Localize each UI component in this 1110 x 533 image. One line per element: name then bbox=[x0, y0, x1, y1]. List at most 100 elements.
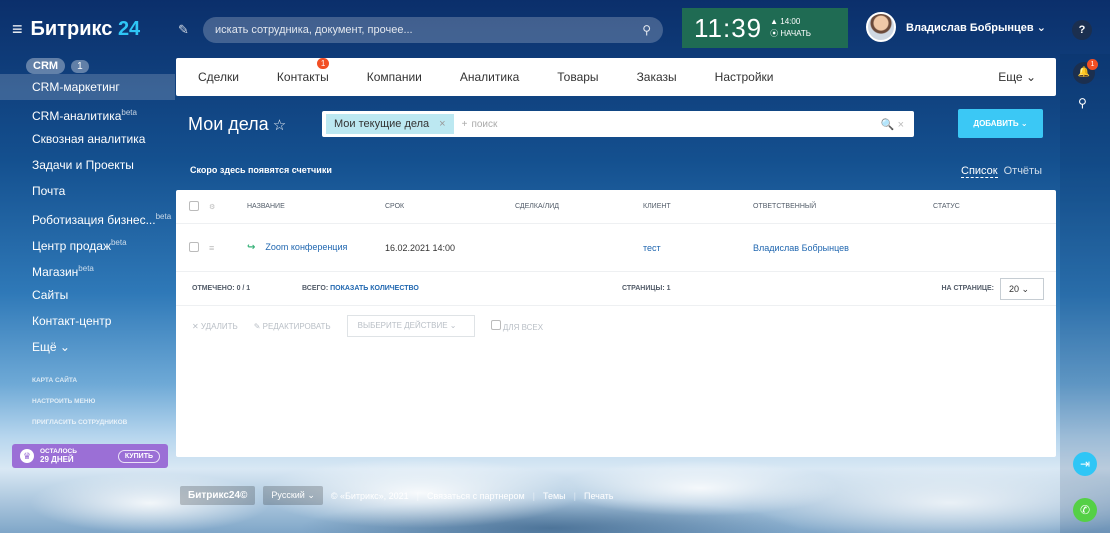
sidebar-item-label: Роботизация бизнес... bbox=[32, 213, 156, 227]
sidebar-item[interactable]: CRM-маркетинг bbox=[0, 74, 175, 100]
sidebar-item[interactable]: Роботизация бизнес...beta bbox=[0, 204, 175, 230]
bell-badge: 1 bbox=[1087, 59, 1098, 70]
sidebar-item[interactable]: Сайты bbox=[0, 282, 175, 308]
exit-icon[interactable]: ⇥ bbox=[1073, 452, 1097, 476]
sidebar-item[interactable]: Задачи и Проекты bbox=[0, 152, 175, 178]
clock: 11:39 bbox=[694, 12, 763, 43]
activity-responsible-link[interactable]: Владислав Бобрынцев bbox=[753, 243, 933, 253]
for-all-checkbox[interactable]: ДЛЯ ВСЕХ bbox=[490, 320, 544, 332]
tab-deals[interactable]: Сделки bbox=[198, 70, 239, 84]
sidebar-item-label: Почта bbox=[32, 184, 66, 198]
for-all-label: ДЛЯ ВСЕХ bbox=[502, 323, 544, 332]
sidebar-item[interactable]: Почта bbox=[0, 178, 175, 204]
page-title-text: Мои дела bbox=[188, 114, 269, 134]
column-name[interactable]: НАЗВАНИЕ bbox=[247, 203, 385, 210]
start-workday-button[interactable]: ⦿ НАЧАТЬ bbox=[770, 28, 811, 40]
crm-label: CRM bbox=[26, 58, 66, 74]
column-deal[interactable]: СДЕЛКА/ЛИД bbox=[515, 203, 643, 210]
pencil-icon[interactable]: ✎ bbox=[178, 22, 189, 38]
filter-add-icon[interactable]: + bbox=[462, 119, 468, 130]
sidebar-item-label: Сквозная аналитика bbox=[32, 132, 146, 146]
tab-contacts-label: Контакты bbox=[276, 70, 329, 84]
sidebar-item-crm[interactable]: CRM 1 bbox=[0, 54, 175, 74]
sidebar-item[interactable]: Магазинbeta bbox=[0, 256, 175, 282]
search-icon[interactable]: ⚲ bbox=[642, 23, 651, 37]
per-page-label: НА СТРАНИЦЕ: bbox=[941, 285, 994, 292]
phone-icon[interactable]: ✆ bbox=[1073, 498, 1097, 522]
sidebar-item[interactable]: CRM-аналитикаbeta bbox=[0, 100, 175, 126]
rail-search-icon[interactable]: ⚲ bbox=[1078, 96, 1087, 110]
grid-header: ⚙ НАЗВАНИЕ СРОК СДЕЛКА/ЛИД КЛИЕНТ ОТВЕТС… bbox=[176, 190, 1056, 224]
sidebar-small-link[interactable]: НАСТРОИТЬ МЕНЮ bbox=[32, 391, 175, 412]
logo-text: Битрикс bbox=[30, 18, 113, 40]
sidebar-item[interactable]: Центр продажbeta bbox=[0, 230, 175, 256]
activities-grid: ⚙ НАЗВАНИЕ СРОК СДЕЛКА/ЛИД КЛИЕНТ ОТВЕТС… bbox=[176, 190, 1056, 457]
table-row[interactable]: ≡ ↪ Zoom конференция 16.02.2021 14:00 тес… bbox=[176, 224, 1056, 272]
select-all-checkbox[interactable] bbox=[189, 200, 199, 211]
user-name-menu[interactable]: Владислав Бобрынцев ⌄ bbox=[906, 21, 1046, 34]
action-select-value: ВЫБЕРИТЕ ДЕЙСТВИЕ bbox=[357, 321, 448, 330]
column-client[interactable]: КЛИЕНТ bbox=[643, 203, 753, 210]
activity-client-link[interactable]: тест bbox=[643, 243, 753, 253]
trial-top: ОСТАЛОСЬ bbox=[40, 447, 77, 455]
grid-footer: ОТМЕЧЕНО: 0 / 1 ВСЕГО: ПОКАЗАТЬ КОЛИЧЕСТ… bbox=[176, 272, 1056, 306]
tab-companies[interactable]: Компании bbox=[367, 70, 422, 84]
show-count-link[interactable]: ПОКАЗАТЬ КОЛИЧЕСТВО bbox=[330, 285, 419, 292]
bell-icon[interactable]: 🔔 1 bbox=[1073, 59, 1098, 84]
print-link[interactable]: Печать bbox=[584, 491, 613, 501]
tab-settings[interactable]: Настройки bbox=[715, 70, 774, 84]
global-search-input[interactable]: искать сотрудника, документ, прочее... ⚲ bbox=[203, 17, 663, 43]
call-outgoing-icon: ↪ bbox=[247, 242, 256, 253]
crm-counter: 1 bbox=[71, 59, 89, 73]
buy-button[interactable]: КУПИТЬ bbox=[117, 449, 160, 463]
column-status[interactable]: СТАТУС bbox=[933, 203, 1013, 210]
filter-search-input[interactable]: Мои текущие дела × + поиск 🔍 × bbox=[322, 111, 914, 137]
language-select[interactable]: Русский ⌄ bbox=[263, 486, 323, 505]
partner-link[interactable]: Связаться с партнером bbox=[427, 491, 525, 501]
tab-analytics[interactable]: Аналитика bbox=[460, 70, 519, 84]
action-select[interactable]: ВЫБЕРИТЕ ДЕЙСТВИЕ ⌄ bbox=[346, 315, 475, 337]
view-reports[interactable]: Отчёты bbox=[1004, 165, 1042, 178]
menu-burger-icon[interactable]: ≡ bbox=[12, 19, 23, 40]
filter-tools[interactable]: 🔍 × bbox=[881, 118, 904, 131]
sidebar-small-link[interactable]: КАРТА САЙТА bbox=[32, 370, 175, 391]
filter-chip[interactable]: Мои текущие дела × bbox=[326, 114, 454, 134]
gear-icon[interactable]: ⚙ bbox=[209, 203, 233, 211]
per-page-value: 20 bbox=[1009, 283, 1020, 294]
row-checkbox[interactable] bbox=[189, 241, 199, 252]
tab-products[interactable]: Товары bbox=[557, 70, 598, 84]
star-icon[interactable]: ☆ bbox=[273, 116, 286, 134]
help-icon[interactable]: ? bbox=[1072, 20, 1092, 40]
edit-button[interactable]: ✎ РЕДАКТИРОВАТЬ bbox=[254, 322, 331, 331]
column-responsible[interactable]: ОТВЕТСТВЕННЫЙ bbox=[753, 203, 933, 210]
sidebar-item-label: CRM-аналитика bbox=[32, 109, 122, 123]
logo[interactable]: ≡ Битрикс 24 bbox=[12, 18, 140, 41]
row-menu-icon[interactable]: ≡ bbox=[209, 243, 233, 253]
footer-brand[interactable]: Битрикс24© bbox=[180, 486, 256, 505]
work-day-widget[interactable]: 11:39 ▲ 14:00 ⦿ НАЧАТЬ bbox=[682, 8, 848, 48]
chip-close-icon[interactable]: × bbox=[439, 114, 445, 134]
add-button[interactable]: ДОБАВИТЬ ⌄ bbox=[958, 109, 1043, 138]
sidebar-item[interactable]: Контакт-центр bbox=[0, 308, 175, 334]
trial-banner[interactable]: ♛ ОСТАЛОСЬ 29 ДНЕЙ КУПИТЬ bbox=[12, 444, 168, 468]
user-avatar[interactable] bbox=[866, 12, 896, 42]
total-label: ВСЕГО: bbox=[302, 285, 329, 292]
tab-contacts[interactable]: Контакты 1 bbox=[276, 58, 330, 84]
page-title: Мои дела ☆ bbox=[188, 114, 286, 135]
tab-more[interactable]: Еще ⌄ bbox=[998, 70, 1036, 84]
top-header: ≡ Битрикс 24 ✎ искать сотрудника, докуме… bbox=[0, 8, 1110, 54]
view-list[interactable]: Список bbox=[961, 165, 998, 178]
activity-deadline: 16.02.2021 14:00 bbox=[385, 242, 456, 253]
counters-text: Скоро здесь появятся счетчики bbox=[190, 165, 332, 175]
column-deadline[interactable]: СРОК bbox=[385, 203, 515, 210]
sidebar-item[interactable]: Сквозная аналитика bbox=[0, 126, 175, 152]
tab-orders[interactable]: Заказы bbox=[637, 70, 677, 84]
sidebar-small-link[interactable]: ПРИГЛАСИТЬ СОТРУДНИКОВ bbox=[32, 412, 175, 433]
themes-link[interactable]: Темы bbox=[543, 491, 566, 501]
activity-name-link[interactable]: Zoom конференция bbox=[265, 242, 347, 253]
per-page-select[interactable]: 20 ⌄ bbox=[1000, 277, 1044, 300]
right-rail: 🔔 1 ⚲ ⇥ ✆ bbox=[1060, 54, 1110, 533]
sidebar-item[interactable]: Ещё ⌄ bbox=[0, 334, 175, 360]
delete-button[interactable]: ✕ УДАЛИТЬ bbox=[192, 322, 238, 331]
sidebar-item-label: Ещё ⌄ bbox=[32, 340, 70, 354]
